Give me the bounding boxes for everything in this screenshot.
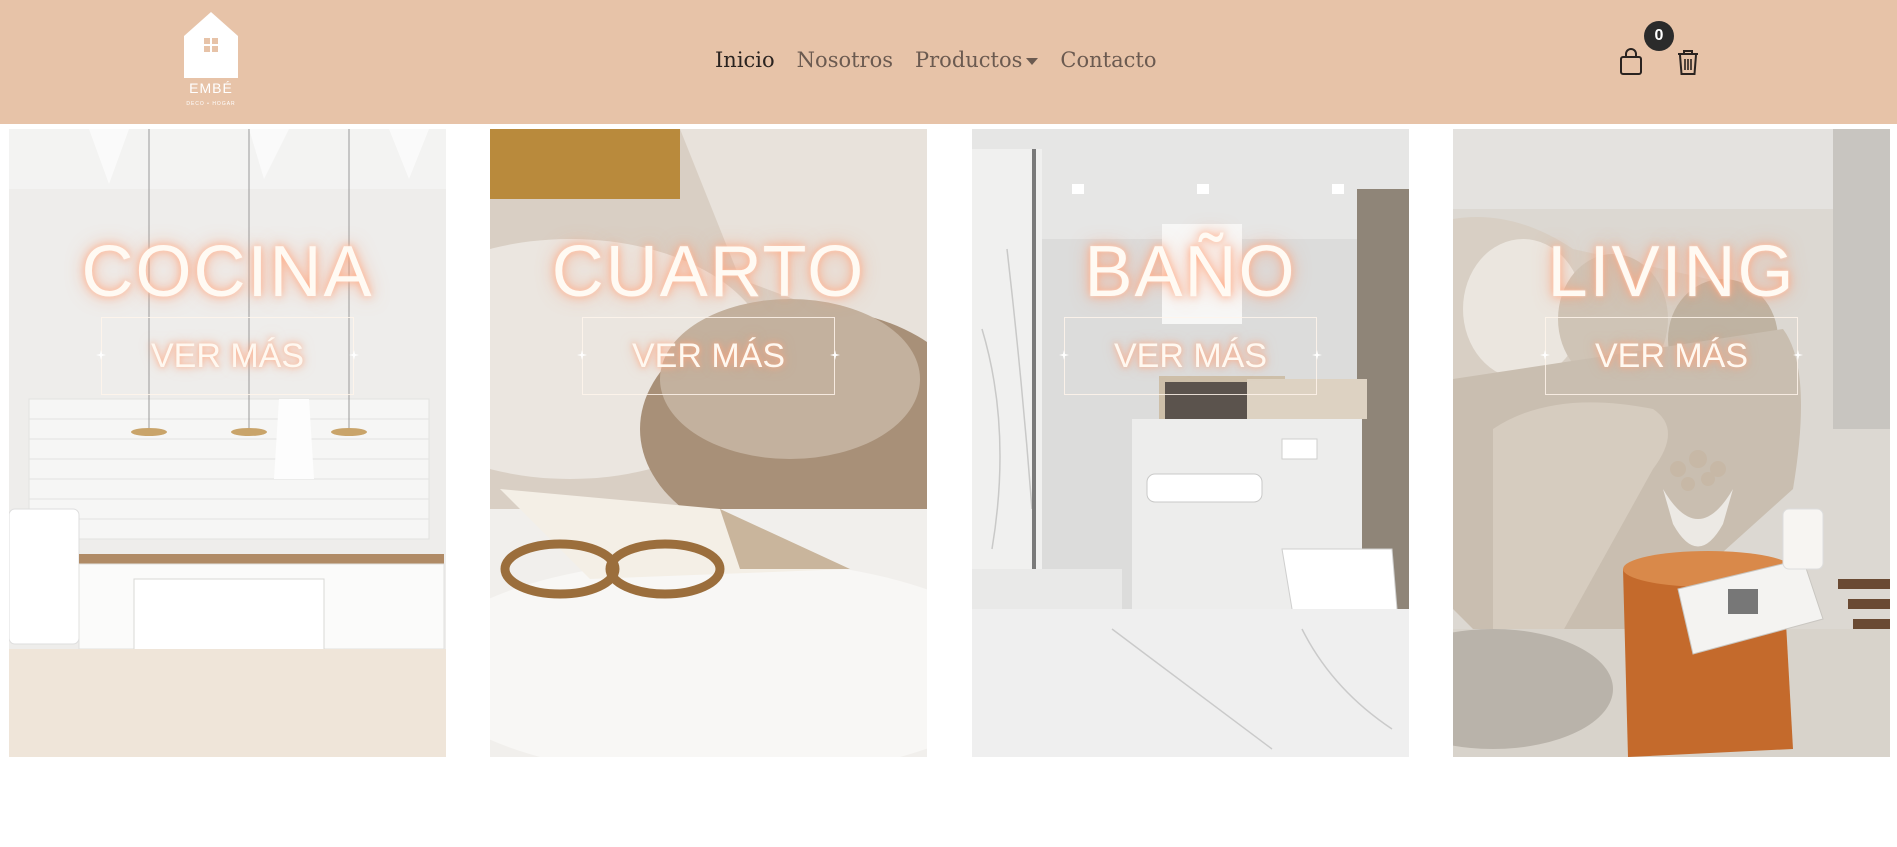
ver-mas-label: VER MÁS bbox=[631, 336, 786, 375]
bedroom-image bbox=[490, 129, 927, 757]
bathroom-image bbox=[972, 129, 1409, 757]
sparkle-icon bbox=[1059, 350, 1069, 360]
living-room-image bbox=[1453, 129, 1890, 757]
navbar: EMBÉ DECO • HOGAR Inicio Nosotros Produc… bbox=[0, 0, 1897, 124]
sparkle-icon bbox=[1312, 350, 1322, 360]
category-title: CUARTO bbox=[551, 232, 866, 312]
category-card-living[interactable]: LIVING VER MÁS bbox=[1453, 129, 1890, 757]
caret-down-icon bbox=[1026, 58, 1039, 65]
category-card-cocina[interactable]: COCINA VER MÁS bbox=[9, 129, 446, 757]
ver-mas-button[interactable]: VER MÁS bbox=[1540, 317, 1803, 395]
category-card-cuarto[interactable]: CUARTO VER MÁS bbox=[490, 129, 927, 757]
brand-tagline: DECO • HOGAR bbox=[186, 101, 236, 107]
sparkle-icon bbox=[349, 350, 359, 360]
sparkle-icon bbox=[830, 350, 840, 360]
category-title: LIVING bbox=[1547, 232, 1796, 312]
nav-inicio[interactable]: Inicio bbox=[715, 48, 775, 72]
brand-logo[interactable]: EMBÉ DECO • HOGAR bbox=[182, 12, 240, 112]
category-title: BAÑO bbox=[1084, 232, 1297, 312]
main-nav: Inicio Nosotros Productos Contacto bbox=[715, 44, 1178, 76]
ver-mas-button[interactable]: VER MÁS bbox=[1059, 317, 1322, 395]
sparkle-icon bbox=[577, 350, 587, 360]
ver-mas-button[interactable]: VER MÁS bbox=[577, 317, 840, 395]
brand-name: EMBÉ bbox=[189, 80, 233, 96]
nav-contacto[interactable]: Contacto bbox=[1060, 48, 1156, 72]
ver-mas-label: VER MÁS bbox=[150, 336, 305, 375]
sparkle-icon bbox=[96, 350, 106, 360]
nav-nosotros[interactable]: Nosotros bbox=[797, 48, 893, 72]
category-title: COCINA bbox=[81, 232, 374, 312]
category-card-bano[interactable]: BAÑO VER MÁS bbox=[972, 129, 1409, 757]
house-logo-icon bbox=[184, 12, 238, 78]
kitchen-image bbox=[9, 129, 446, 757]
trash-icon bbox=[1678, 50, 1698, 75]
ver-mas-label: VER MÁS bbox=[1594, 336, 1749, 375]
sparkle-icon bbox=[1540, 350, 1550, 360]
ver-mas-button[interactable]: VER MÁS bbox=[96, 317, 359, 395]
shopping-bag-icon bbox=[1620, 48, 1642, 75]
cart-button[interactable] bbox=[1618, 48, 1644, 76]
trash-button[interactable] bbox=[1676, 48, 1700, 76]
cart-count-badge: 0 bbox=[1644, 21, 1674, 51]
nav-productos-dropdown[interactable]: Productos bbox=[915, 48, 1039, 72]
nav-productos-label: Productos bbox=[915, 48, 1023, 72]
ver-mas-label: VER MÁS bbox=[1113, 336, 1268, 375]
sparkle-icon bbox=[1793, 350, 1803, 360]
